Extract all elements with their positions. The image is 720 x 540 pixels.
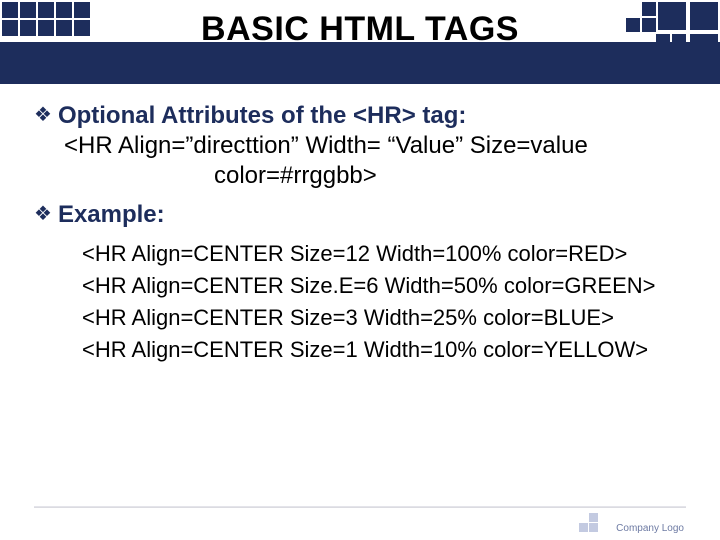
footer-logo-text: Company Logo	[616, 523, 684, 534]
footer-divider	[34, 506, 686, 508]
bullet-attributes: ❖ Optional Attributes of the <HR> tag:	[34, 102, 686, 129]
example-line: <HR Align=CENTER Size=3 Width=25% color=…	[82, 302, 686, 334]
example-list: <HR Align=CENTER Size=12 Width=100% colo…	[82, 238, 686, 366]
page-title: BASIC HTML TAGS	[0, 10, 720, 49]
syntax-block: <HR Align=”directtion” Width= “Value” Si…	[64, 131, 686, 191]
bullet-example: ❖ Example:	[34, 201, 686, 228]
example-line: <HR Align=CENTER Size=12 Width=100% colo…	[82, 238, 686, 270]
example-line: <HR Align=CENTER Size=1 Width=10% color=…	[82, 334, 686, 366]
syntax-line-1: <HR Align=”directtion” Width= “Value” Si…	[64, 131, 686, 161]
slide-content: ❖ Optional Attributes of the <HR> tag: <…	[34, 96, 686, 366]
bullet-attributes-text: Optional Attributes of the <HR> tag:	[58, 102, 466, 129]
example-line: <HR Align=CENTER Size.E=6 Width=50% colo…	[82, 270, 686, 302]
diamond-bullet-icon: ❖	[34, 201, 52, 228]
diamond-bullet-icon: ❖	[34, 102, 52, 129]
syntax-line-2: color=#rrggbb>	[64, 161, 686, 191]
bullet-example-text: Example:	[58, 201, 165, 228]
